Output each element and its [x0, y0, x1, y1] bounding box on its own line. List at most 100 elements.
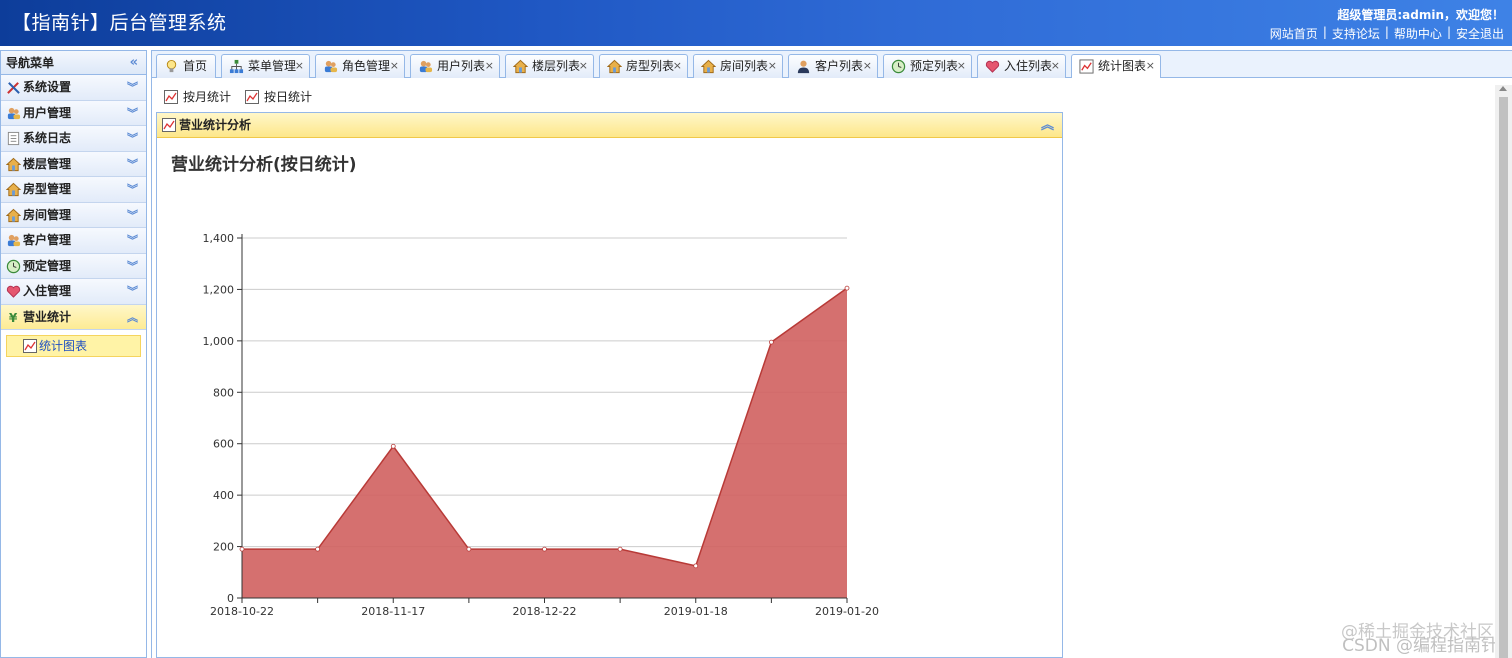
tab-7[interactable]: 客户列表 ×: [788, 54, 878, 78]
chevron-down-icon: ︾: [127, 183, 138, 196]
close-icon[interactable]: ×: [673, 55, 682, 77]
tab-label: 角色管理: [342, 59, 391, 73]
sidebar: 导航菜单 « 系统设置 ︾ 用户管理 ︾ 系统日志 ︾ 楼层管理 ︾ 房型管理 ︾ 房间管理 ︾ 客户管…: [0, 50, 147, 658]
close-icon[interactable]: ×: [863, 55, 872, 77]
tab-9[interactable]: 入住列表 ×: [977, 54, 1066, 78]
close-icon[interactable]: ×: [1051, 55, 1060, 77]
collapse-icon[interactable]: «: [130, 51, 138, 75]
link-logout[interactable]: 安全退出: [1456, 25, 1504, 42]
stats-panel: 营业统计分析 ︽ 营业统计分析(按日统计) 0 200 400 600 800 1,000…: [156, 112, 1063, 658]
tab-label: 首页: [183, 59, 208, 73]
link-site-home[interactable]: 网站首页: [1270, 25, 1318, 42]
chevron-up-icon: ︽: [127, 310, 138, 324]
user-greeting: 超级管理员:admin，欢迎您！: [1337, 8, 1504, 22]
sidebar-item-7[interactable]: 预定管理 ︾: [1, 253, 146, 279]
users-icon: [7, 107, 21, 119]
sidebar-subitem-chart[interactable]: 统计图表: [6, 335, 141, 357]
chevron-down-icon: ︾: [127, 208, 138, 222]
y-tick-label: 0: [227, 592, 234, 605]
tab-5[interactable]: 房型列表 ×: [599, 54, 688, 78]
x-tick-label: 2019-01-18: [664, 605, 728, 618]
close-icon[interactable]: ×: [957, 55, 966, 77]
tab-0[interactable]: 首页: [156, 54, 216, 78]
close-icon[interactable]: ×: [390, 55, 399, 77]
chart-icon: [1079, 59, 1094, 74]
house-icon: [6, 157, 21, 171]
y-tick-label: 1,400: [203, 232, 235, 245]
panel-collapse-icon[interactable]: ︽: [1041, 113, 1054, 138]
house-icon: [6, 182, 21, 197]
tab-label: 统计图表: [1098, 59, 1147, 73]
tab-label: 客户列表: [815, 59, 864, 73]
area-chart: 0 200 400 600 800 1,000 1,200 1,400 2018-10-22 20…: [203, 232, 879, 618]
scroll-up-arrow[interactable]: [1499, 86, 1507, 91]
toolbar: 按月统计 按日统计: [164, 88, 312, 106]
sidebar-item-1[interactable]: 用户管理 ︾: [1, 100, 146, 126]
app-title: 【指南针】后台管理系统: [12, 12, 227, 34]
daily-stats-button[interactable]: 按日统计: [245, 88, 312, 106]
tab-10[interactable]: 统计图表 ×: [1071, 54, 1161, 79]
x-tick-label: 2019-01-20: [815, 605, 879, 618]
y-tick-label: 400: [213, 489, 234, 502]
chevron-down-icon: ︾: [127, 234, 138, 247]
svg-text:¥: ¥: [9, 311, 18, 325]
y-tick-label: 200: [213, 541, 234, 554]
sidebar-item-9[interactable]: ¥ 营业统计 ︽: [1, 304, 146, 330]
close-icon[interactable]: ×: [1146, 55, 1155, 77]
tab-8[interactable]: 预定列表 ×: [883, 54, 972, 78]
tab-3[interactable]: 用户列表 ×: [410, 54, 500, 78]
clock-icon: [891, 59, 906, 74]
users-icon: [419, 60, 433, 73]
header-links: 网站首页 | 支持论坛 | 帮助中心 | 安全退出: [1269, 25, 1504, 42]
tab-4[interactable]: 楼层列表 ×: [505, 54, 594, 78]
tab-label: 预定列表: [910, 59, 959, 73]
close-icon[interactable]: ×: [768, 55, 777, 77]
close-icon[interactable]: ×: [579, 55, 588, 77]
chevron-down-icon: ︾: [127, 81, 138, 94]
tab-1[interactable]: 菜单管理 ×: [221, 54, 310, 78]
chart-icon: [245, 90, 260, 104]
users-icon: [324, 60, 338, 73]
log-icon: [7, 131, 20, 146]
chevron-down-icon: ︾: [127, 285, 138, 298]
clock-icon: [6, 259, 21, 273]
sidebar-item-2[interactable]: 系统日志 ︾: [1, 126, 146, 152]
y-tick-label: 600: [213, 438, 234, 451]
monthly-stats-button[interactable]: 按月统计: [164, 88, 231, 106]
sidebar-item-5[interactable]: 房间管理 ︾: [1, 202, 146, 228]
link-help[interactable]: 帮助中心: [1394, 25, 1442, 42]
link-forum[interactable]: 支持论坛: [1332, 25, 1380, 42]
tab-6[interactable]: 房间列表 ×: [693, 54, 783, 78]
watermark-csdn: CSDN @编程指南针: [1342, 636, 1498, 656]
panel-header: 营业统计分析 ︽: [157, 113, 1062, 138]
tab-label: 入住列表: [1004, 59, 1053, 73]
sidebar-item-label: 营业统计: [23, 309, 72, 324]
sidebar-item-4[interactable]: 房型管理 ︾: [1, 177, 146, 203]
scroll-thumb[interactable]: [1499, 97, 1508, 658]
sidebar-item-label: 房型管理: [23, 182, 72, 196]
tree-icon: [229, 59, 244, 74]
heart-icon: [6, 285, 21, 298]
house-icon: [6, 208, 21, 222]
tab-2[interactable]: 角色管理 ×: [315, 54, 405, 78]
y-tick-label: 800: [213, 386, 234, 399]
sidebar-title: 导航菜单 «: [1, 51, 146, 75]
sidebar-item-label: 入住管理: [23, 284, 72, 298]
header: 【指南针】后台管理系统 超级管理员:admin，欢迎您！ 网站首页 | 支持论坛 |…: [0, 0, 1512, 46]
content-area: 按月统计 按日统计 营业统计分析 ︽ 营业统计分析(按日统计) 0 200 400 6…: [151, 78, 1512, 658]
sidebar-item-0[interactable]: 系统设置 ︾: [1, 75, 146, 101]
sidebar-item-6[interactable]: 客户管理 ︾: [1, 228, 146, 254]
tab-label: 房间列表: [720, 59, 769, 73]
close-icon[interactable]: ×: [485, 55, 494, 77]
y-tick-label: 1,200: [203, 283, 235, 296]
close-icon[interactable]: ×: [295, 55, 304, 77]
sidebar-item-8[interactable]: 入住管理 ︾: [1, 279, 146, 305]
x-tick-label: 2018-11-17: [361, 605, 425, 618]
house-icon: [513, 59, 528, 74]
sidebar-item-3[interactable]: 楼层管理 ︾: [1, 151, 146, 177]
y-tick-label: 1,000: [203, 335, 235, 348]
chart-icon: [164, 90, 178, 104]
tab-label: 楼层列表: [532, 59, 581, 73]
chevron-down-icon: ︾: [127, 157, 138, 171]
sidebar-item-label: 系统日志: [23, 131, 72, 145]
